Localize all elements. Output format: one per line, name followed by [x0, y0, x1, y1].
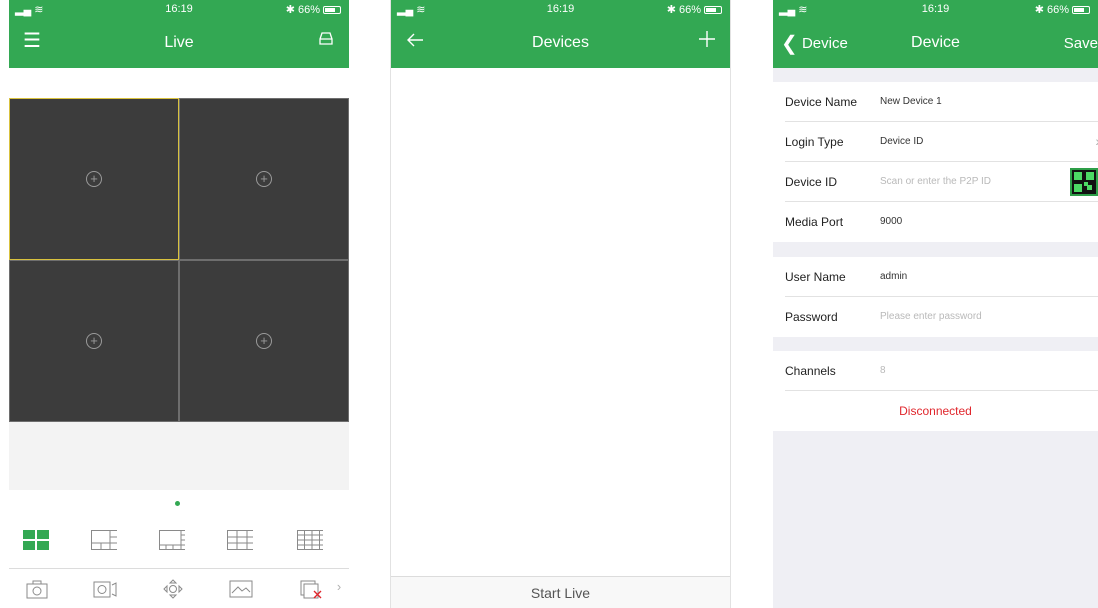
- battery-icon: [1072, 5, 1090, 14]
- channels-section: Channels 8 Disconnected: [773, 351, 1098, 431]
- battery-indicator: ✱ 66%: [1035, 3, 1090, 16]
- devices-screen: ▂▄ ≋ 16:19 ✱ 66% Devices Start Live: [390, 0, 731, 608]
- page-title: Device: [911, 34, 960, 51]
- add-device-icon[interactable]: [698, 30, 716, 52]
- battery-icon: [323, 5, 341, 14]
- layout-6-icon[interactable]: [91, 530, 117, 550]
- qr-code-icon[interactable]: [1070, 168, 1098, 196]
- device-name-row[interactable]: Device Name New Device 1: [785, 82, 1098, 122]
- add-camera-icon[interactable]: +: [256, 333, 272, 349]
- battery-indicator: ✱ 66%: [286, 3, 341, 16]
- recorder-icon[interactable]: [317, 30, 335, 52]
- close-all-icon[interactable]: [299, 579, 323, 599]
- status-bar: ▂▄ ≋ 16:19 ✱ 66%: [9, 0, 349, 18]
- add-camera-icon[interactable]: +: [86, 333, 102, 349]
- device-id-label: Device ID: [785, 175, 838, 189]
- user-name-label: User Name: [785, 270, 846, 284]
- device-name-label: Device Name: [785, 95, 858, 109]
- user-name-input[interactable]: admin: [880, 271, 907, 282]
- grid-footer-area: [9, 422, 349, 490]
- media-port-label: Media Port: [785, 215, 844, 229]
- video-cell-3[interactable]: +: [9, 260, 179, 422]
- ptz-icon[interactable]: [161, 579, 185, 599]
- status-bar: ▂▄ ≋ 16:19 ✱ 66%: [773, 0, 1098, 18]
- live-view-grid: + + + +: [9, 98, 349, 422]
- channels-value: 8: [880, 365, 886, 376]
- connection-status: Disconnected: [899, 404, 972, 418]
- layout-selector: [9, 528, 349, 558]
- page-title: Devices: [532, 34, 589, 51]
- record-icon[interactable]: [93, 579, 117, 599]
- live-screen: ▂▄ ≋ 16:19 ✱ 66% ☰ Live + + + + ›: [9, 0, 349, 608]
- device-id-input[interactable]: Scan or enter the P2P ID: [880, 176, 991, 187]
- battery-icon: [704, 5, 722, 14]
- picture-icon[interactable]: [229, 579, 253, 599]
- layout-16-icon[interactable]: [297, 530, 323, 550]
- nav-bar: ☰ Live: [9, 18, 349, 68]
- add-camera-icon[interactable]: +: [256, 171, 272, 187]
- save-button[interactable]: Save: [1064, 33, 1098, 55]
- page-title: Live: [164, 34, 194, 51]
- password-input[interactable]: Please enter password: [880, 311, 982, 322]
- device-info-section: Device Name New Device 1 Login Type Devi…: [773, 82, 1098, 242]
- add-camera-icon[interactable]: +: [86, 171, 102, 187]
- login-type-value: Device ID: [880, 136, 924, 147]
- video-cell-4[interactable]: +: [179, 260, 349, 422]
- device-id-row[interactable]: Device ID Scan or enter the P2P ID: [785, 162, 1098, 202]
- channels-row[interactable]: Channels 8: [785, 351, 1098, 391]
- chevron-right-icon[interactable]: ›: [327, 579, 349, 599]
- status-bar: ▂▄ ≋ 16:19 ✱ 66%: [391, 0, 730, 18]
- layout-4-icon[interactable]: [23, 530, 49, 550]
- credentials-section: User Name admin Password Please enter pa…: [773, 257, 1098, 337]
- capture-icon[interactable]: [25, 579, 49, 599]
- device-screen: ▂▄ ≋ 16:19 ✱ 66% ❮ Device Device Save De…: [773, 0, 1098, 608]
- nav-bar: Devices: [391, 18, 730, 68]
- video-cell-2[interactable]: +: [179, 98, 349, 260]
- media-port-input[interactable]: 9000: [880, 216, 902, 227]
- channels-label: Channels: [785, 364, 836, 378]
- login-type-label: Login Type: [785, 135, 844, 149]
- media-port-row[interactable]: Media Port 9000: [785, 202, 1098, 242]
- live-toolbar: ›: [9, 568, 349, 608]
- user-name-row[interactable]: User Name admin: [785, 257, 1098, 297]
- battery-indicator: ✱ 66%: [667, 3, 722, 16]
- page-indicator-dot: [175, 501, 180, 506]
- video-cell-1[interactable]: +: [9, 98, 179, 260]
- start-live-button[interactable]: Start Live: [391, 576, 730, 608]
- nav-bar: ❮ Device Device Save: [773, 18, 1098, 68]
- login-type-row[interactable]: Login Type Device ID ›: [785, 122, 1098, 162]
- password-label: Password: [785, 310, 838, 324]
- device-name-input[interactable]: New Device 1: [880, 96, 942, 107]
- password-row[interactable]: Password Please enter password: [785, 297, 1098, 337]
- layout-9-icon[interactable]: [227, 530, 253, 550]
- layout-8-icon[interactable]: [159, 530, 185, 550]
